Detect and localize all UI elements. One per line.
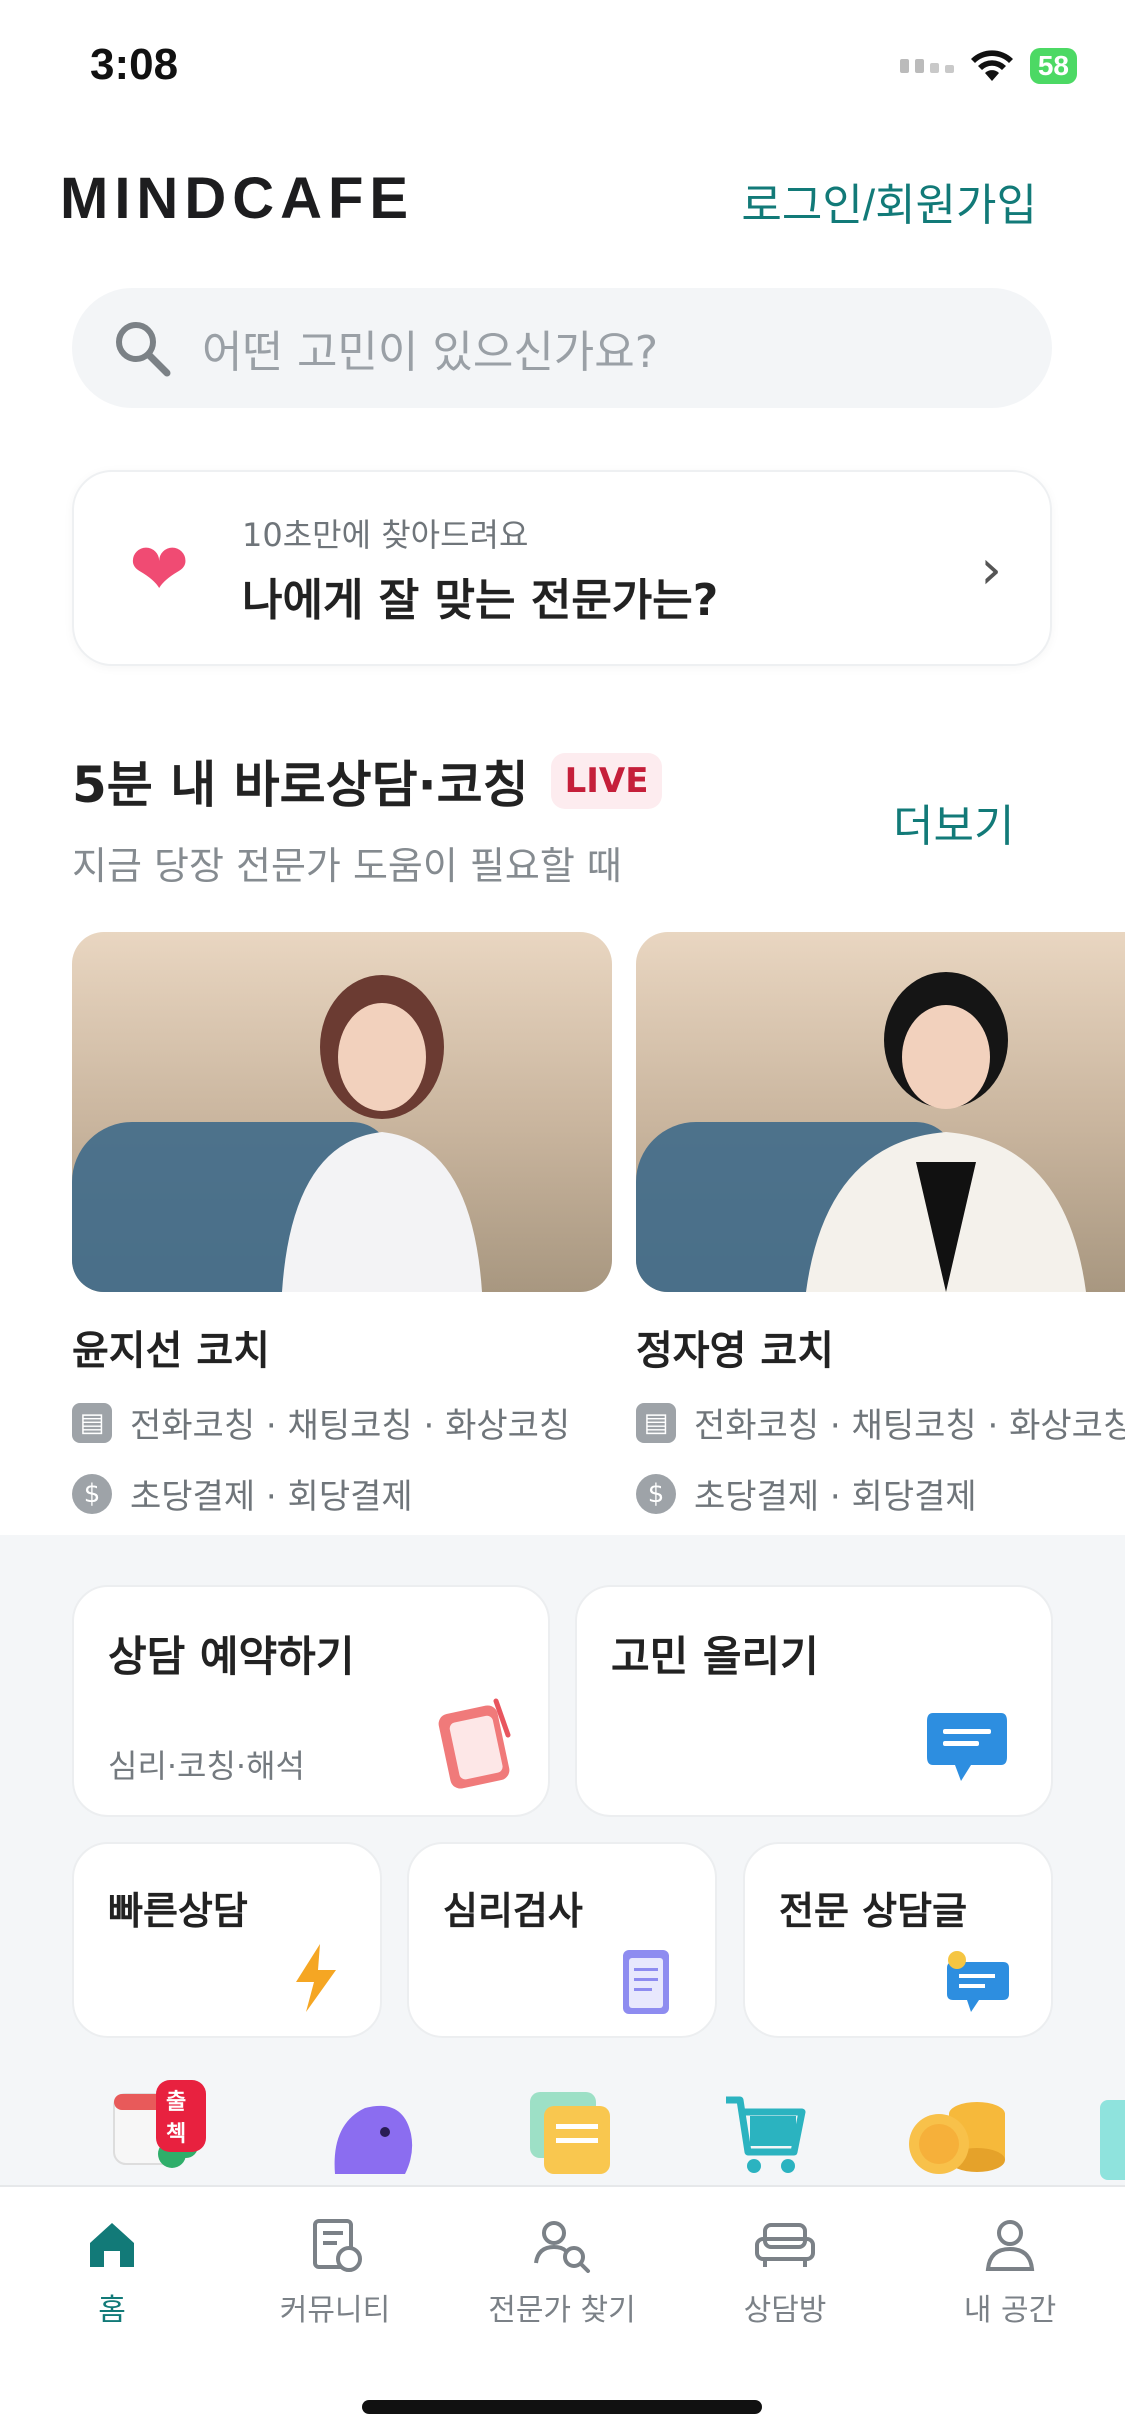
expert-matching-card[interactable]: ❤ 10초만에 찾아드려요 나에게 잘 맞는 전문가는? › [72,470,1052,666]
coach-payment: $ 초당결제 · 회당결제 [72,1469,612,1518]
ticket-icon: ▤ [636,1402,676,1443]
chevron-right-icon: › [980,538,1002,601]
chat-bubble-icon [927,1713,1007,1781]
dollar-icon: $ [72,1473,112,1514]
tab-counsel-room-label: 상담방 [743,2293,827,2328]
post-worry-card[interactable]: 고민 올리기 [575,1585,1053,1817]
home-indicator [362,2400,762,2414]
coach-payment: $ 초당결제 · 회당결제 [636,1469,1125,1518]
quick-counsel-card[interactable]: 빠른상담 [72,1842,382,2038]
matching-subtitle: 10초만에 찾아드려요 [242,516,529,554]
coach-card[interactable]: 윤지선 코치 ▤ 전화코칭 · 채팅코칭 · 화상코칭 $ 초당결제 · 회당결… [72,932,612,1518]
lightning-icon [296,1944,336,2012]
coach-card[interactable]: 정자영 코치 ▤ 전화코칭 · 채팅코칭 · 화상코칭 $ 초당결제 · 회당결… [636,932,1125,1518]
attendance-shortcut[interactable]: 출첵 [110,2080,206,2184]
search-icon [116,322,171,377]
search-bar[interactable]: 어떤 고민이 있으신가요? [72,288,1052,408]
tab-find-expert-label: 전문가 찾기 [488,2293,636,2328]
wifi-icon [970,50,1013,81]
profile-icon [985,2220,1035,2271]
find-expert-icon [534,2221,590,2273]
tab-counsel-room[interactable]: 상담방 [675,2217,895,2329]
clipboard-icon [438,1698,511,1789]
shopping-cart-icon [726,2096,806,2173]
matching-title: 나에게 잘 맞는 전문가는? [242,575,719,626]
dollar-icon: $ [636,1473,676,1514]
sofa-icon [755,2223,815,2267]
elephant-shortcut[interactable] [325,2094,417,2178]
article-chat-icon [947,1951,1009,2012]
attendance-badge: 출첵 [156,2080,206,2152]
booking-card[interactable]: 상담 예약하기 심리·코칭·해석 [72,1585,550,1817]
coach-services: ▤ 전화코칭 · 채팅코칭 · 화상코칭 [636,1398,1125,1447]
coin-shortcut[interactable] [905,2098,1009,2182]
live-title-text: 5분 내 바로상담·코칭 [72,756,529,814]
tab-find-expert[interactable]: 전문가 찾기 [452,2217,672,2329]
shortcut-icons-row: 출첵 [0,2080,1125,2190]
teal-box-icon [1100,2100,1125,2180]
login-signup-link[interactable]: 로그인/회원가입 [741,169,1037,233]
search-placeholder: 어떤 고민이 있으신가요? [202,327,659,378]
booking-subtitle: 심리·코칭·해석 [108,1747,305,1785]
coins-icon [909,2102,1005,2174]
shop-shortcut[interactable] [722,2094,808,2182]
signal-icon [899,59,954,73]
booking-title: 상담 예약하기 [108,1632,355,1681]
more-shortcut-partial[interactable] [1100,2100,1125,2184]
status-bar: 3:08 58 [0,0,1125,130]
tab-my-space-label: 내 공간 [963,2293,1057,2328]
elephant-icon [334,2105,413,2174]
tab-home-label: 홈 [98,2293,126,2328]
community-icon [313,2219,362,2272]
tab-home[interactable]: 홈 [2,2217,222,2329]
tab-my-space[interactable]: 내 공간 [900,2217,1120,2329]
bottom-tab-bar: 홈 커뮤니티 전문가 찾기 상담방 내 공간 [0,2185,1125,2436]
post-worry-title: 고민 올리기 [611,1632,819,1681]
ticket-icon: ▤ [72,1402,112,1443]
expert-articles-card[interactable]: 전문 상담글 [743,1842,1053,2038]
live-section-title: 5분 내 바로상담·코칭 LIVE [72,745,663,817]
psych-test-title: 심리검사 [443,1889,583,1933]
home-icon [90,2223,134,2267]
battery-indicator: 58 [1029,48,1077,84]
more-button[interactable]: 더보기 [893,790,1014,854]
live-badge: LIVE [550,753,663,809]
psych-test-card[interactable]: 심리검사 [407,1842,717,2038]
coach-name: 정자영 코치 [636,1328,834,1374]
tab-community-label: 커뮤니티 [279,2293,391,2328]
coach-photo [72,932,612,1292]
quick-counsel-title: 빠른상담 [108,1889,248,1933]
coach-services: ▤ 전화코칭 · 채팅코칭 · 화상코칭 [72,1398,612,1447]
sticky-note-icon [530,2092,610,2174]
coach-name: 윤지선 코치 [72,1328,270,1374]
status-icons: 58 [899,48,1077,84]
live-section-subtitle: 지금 당장 전문가 도움이 필요할 때 [72,844,622,888]
mindcafe-logo[interactable]: MINDCAFE [60,165,414,232]
expert-articles-title: 전문 상담글 [779,1889,968,1933]
tab-community[interactable]: 커뮤니티 [225,2217,445,2329]
notes-shortcut[interactable] [528,2090,614,2180]
header: MINDCAFE 로그인/회원가입 [0,165,1125,235]
coach-photo [636,932,1125,1292]
status-time: 3:08 [90,40,179,89]
document-icon [623,1950,669,2014]
heart-icon: ❤ [129,527,190,611]
